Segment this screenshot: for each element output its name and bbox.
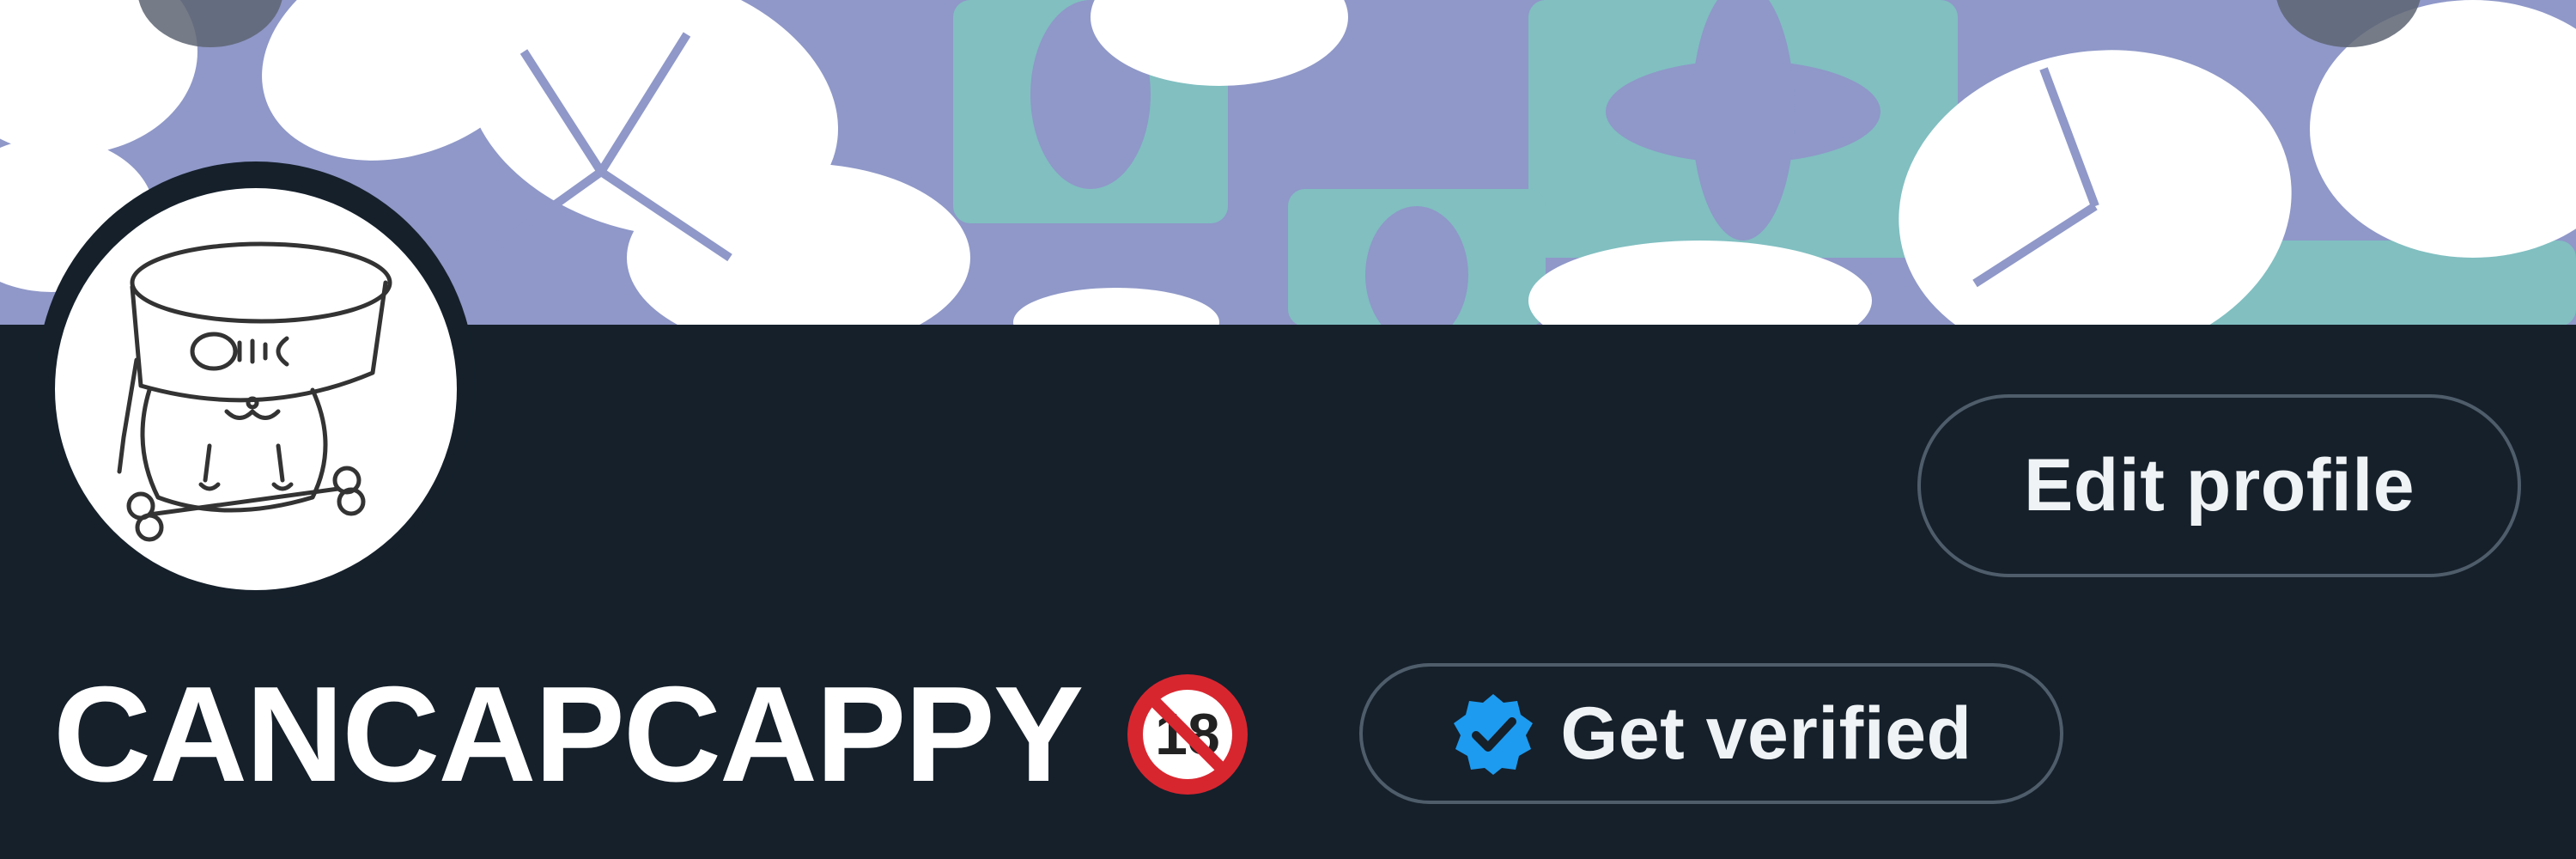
edit-profile-label: Edit profile xyxy=(2023,444,2415,527)
profile-name-row: CANCAPCAPPY 18 xyxy=(53,661,1252,807)
verified-badge-icon xyxy=(1450,691,1536,777)
avatar[interactable] xyxy=(55,188,457,590)
edit-profile-button[interactable]: Edit profile xyxy=(1917,394,2521,577)
get-verified-button[interactable]: Get verified xyxy=(1359,663,2063,804)
no-under-18-icon: 18 xyxy=(1123,670,1252,799)
get-verified-label: Get verified xyxy=(1560,691,1972,775)
cat-sketch-avatar-image xyxy=(117,241,392,542)
display-name: CANCAPCAPPY xyxy=(53,659,1084,810)
